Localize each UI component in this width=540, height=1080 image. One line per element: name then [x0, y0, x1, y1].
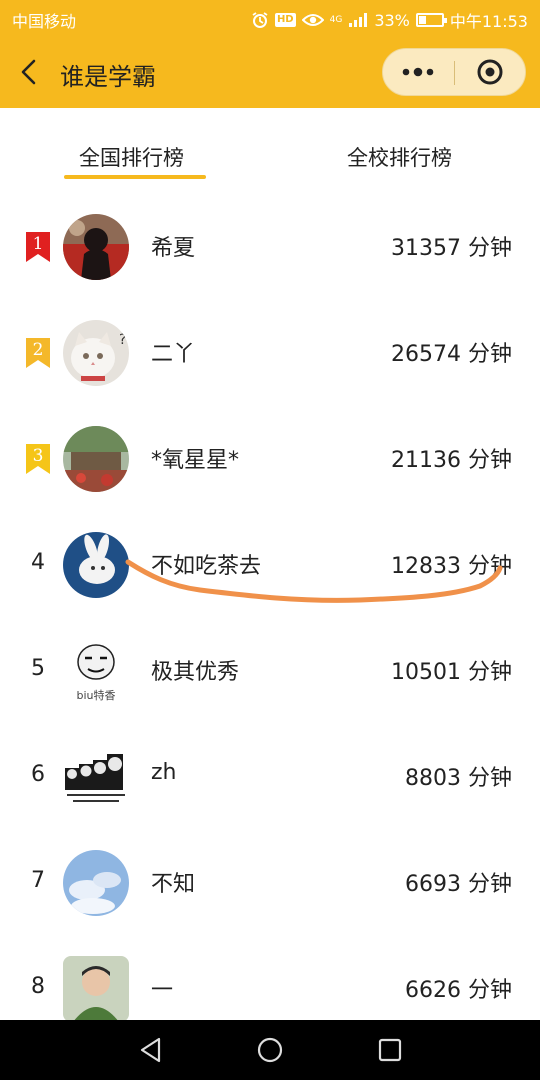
eye-icon [301, 12, 324, 28]
more-button[interactable] [383, 49, 453, 95]
svg-text:biu特香: biu特香 [76, 688, 115, 702]
status-bar: 中国移动 HD 4G 33% 中午11:53 [0, 0, 540, 36]
close-miniprogram-button[interactable] [455, 49, 525, 95]
battery-icon [415, 13, 447, 27]
user-name: 希夏 [151, 236, 196, 261]
rank-number: 4 [31, 550, 45, 575]
user-name: 不知 [151, 872, 196, 897]
rank-number: 7 [31, 868, 45, 893]
study-minutes: 12833 分钟 [391, 554, 512, 579]
nav-recents-button[interactable] [374, 1034, 406, 1066]
user-name: 一 [151, 978, 174, 1003]
triangle-back-icon [140, 1037, 161, 1063]
rank-number: 5 [31, 656, 45, 681]
list-item[interactable]: 6 zh 8803 分钟 [0, 720, 540, 826]
clock: 中午11:53 [449, 12, 528, 31]
nav-home-button[interactable] [254, 1034, 286, 1066]
list-item[interactable]: 1 希夏 31357 分钟 [0, 190, 540, 296]
list-item[interactable]: 7 不知 6693 分钟 [0, 826, 540, 932]
list-item[interactable]: 3 *氧星星* 21136 分钟 [0, 402, 540, 508]
avatar [63, 850, 129, 916]
hd-badge: HD [274, 13, 296, 27]
rank-ribbon-icon: 3 [26, 444, 50, 474]
circle-home-icon [257, 1037, 283, 1063]
nav-back-button[interactable] [135, 1034, 167, 1066]
avatar [63, 532, 129, 598]
alarm-icon [251, 11, 269, 29]
battery-fill [418, 16, 426, 24]
avatar: biu特香 [63, 638, 129, 704]
system-nav-bar [0, 1020, 540, 1080]
user-name: 极其优秀 [151, 660, 240, 685]
avatar: ? [63, 320, 129, 386]
rank-number: 6 [31, 762, 45, 787]
network-type-label: 4G [329, 14, 343, 25]
active-tab-indicator [64, 175, 206, 179]
tab-national-ranking[interactable]: 全国排行榜 [79, 142, 184, 172]
tab-school-ranking[interactable]: 全校排行榜 [347, 142, 452, 172]
study-minutes: 8803 分钟 [405, 766, 512, 791]
study-minutes: 6626 分钟 [405, 978, 512, 1003]
list-item[interactable]: 2 ? 二丫 26574 分钟 [0, 296, 540, 402]
user-name: zh [151, 760, 177, 785]
study-minutes: 6693 分钟 [405, 872, 512, 897]
svg-text:1: 1 [33, 234, 44, 254]
user-name: 二丫 [151, 342, 196, 367]
chevron-left-icon [21, 59, 36, 85]
svg-text:2: 2 [33, 340, 44, 360]
rank-ribbon-icon: 2 [26, 338, 50, 368]
svg-text:3: 3 [33, 446, 44, 466]
miniprogram-capsule [382, 48, 526, 96]
avatar [63, 744, 129, 810]
svg-text:?: ? [119, 332, 126, 348]
square-recents-icon [378, 1038, 402, 1062]
status-right: HD 4G 33% 中午11:53 [251, 8, 528, 32]
ranking-tabs: 全国排行榜 全校排行榜 [0, 108, 540, 188]
battery-percent: 33% [374, 10, 410, 30]
study-minutes: 10501 分钟 [391, 660, 512, 685]
rank-ribbon-icon: 1 [26, 232, 50, 262]
carrier-label: 中国移动 [12, 12, 77, 31]
target-close-icon [477, 59, 503, 85]
avatar [63, 956, 129, 1022]
avatar [63, 426, 129, 492]
list-item[interactable]: 5 biu特香 极其优秀 10501 分钟 [0, 614, 540, 720]
list-item[interactable]: 4 不如吃茶去 12833 分钟 [0, 508, 540, 614]
avatar [63, 214, 129, 280]
back-button[interactable] [14, 56, 46, 88]
signal-icon [348, 12, 368, 28]
study-minutes: 21136 分钟 [391, 448, 512, 473]
page-title: 谁是学霸 [60, 63, 156, 91]
rank-number: 8 [31, 974, 45, 999]
user-name: 不如吃茶去 [151, 554, 262, 579]
user-name: *氧星星* [151, 448, 240, 473]
more-dots-icon [402, 67, 434, 77]
study-minutes: 31357 分钟 [391, 236, 512, 261]
header-bar: 谁是学霸 [0, 36, 540, 108]
study-minutes: 26574 分钟 [391, 342, 512, 367]
